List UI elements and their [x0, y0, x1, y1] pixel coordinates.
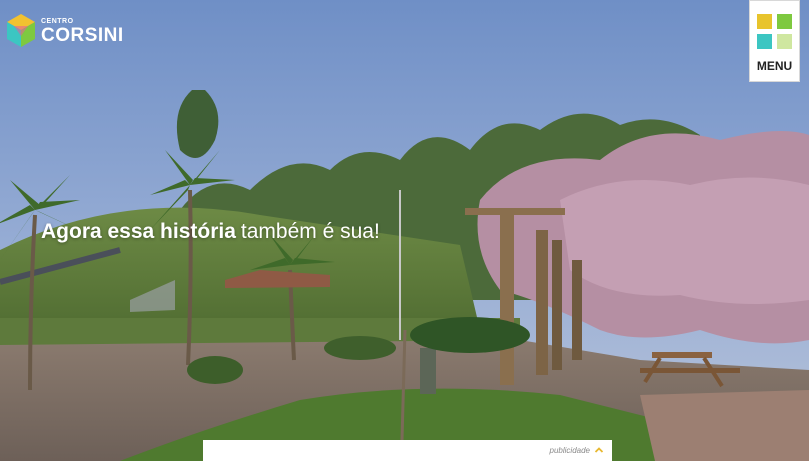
- logo-name: CORSINI: [41, 24, 124, 46]
- menu-button[interactable]: MENU: [749, 0, 800, 82]
- corsini-logo-icon: [7, 14, 35, 47]
- hero-headline: Agora essa história também é sua!: [41, 220, 380, 244]
- chevron-up-icon[interactable]: [594, 445, 604, 455]
- menu-square-lightgreen: [777, 34, 792, 49]
- hero-headline-light: também é sua!: [240, 220, 380, 243]
- advertising-label: publicidade: [549, 446, 590, 455]
- hero-headline-bold: Agora essa história: [41, 220, 236, 243]
- menu-square-green: [777, 14, 792, 29]
- menu-square-yellow: [757, 14, 772, 29]
- advertising-bar[interactable]: publicidade: [203, 440, 612, 461]
- site-logo[interactable]: CENTRO CORSINI: [6, 14, 124, 48]
- menu-grid-icon: [757, 14, 793, 50]
- menu-label: MENU: [756, 59, 793, 73]
- menu-square-teal: [757, 34, 772, 49]
- logo-subtitle: CENTRO: [41, 17, 74, 25]
